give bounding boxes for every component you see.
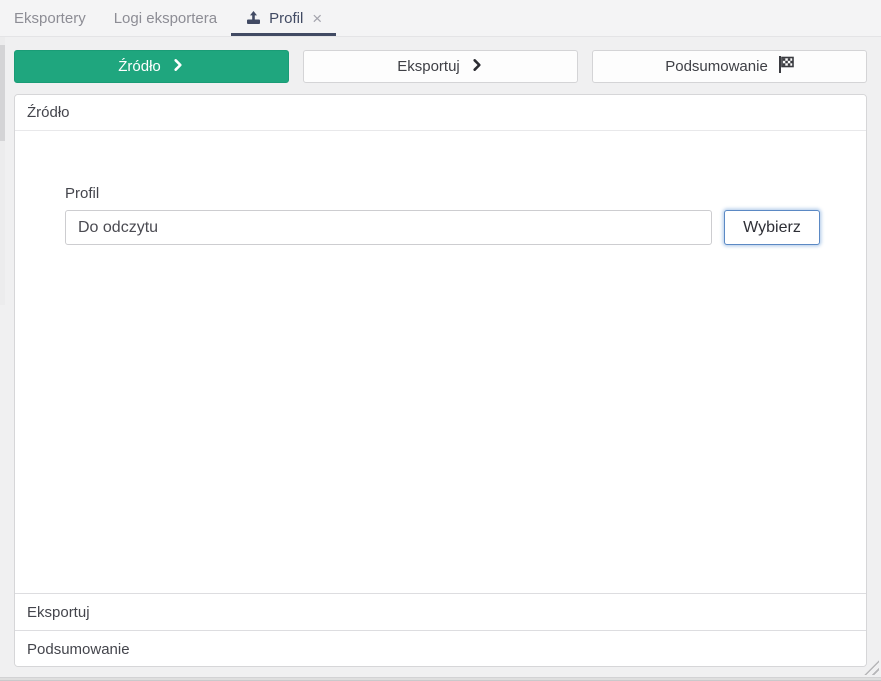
tab-profil[interactable]: Profil × <box>231 0 336 36</box>
tab-bar: Eksportery Logi eksportera Profil × <box>0 0 881 37</box>
accordion-title: Eksportuj <box>27 604 90 621</box>
checkered-flag-icon <box>778 56 794 77</box>
step-button-eksportuj[interactable]: Eksportuj <box>303 50 578 83</box>
accordion-title: Podsumowanie <box>27 641 130 658</box>
accordion-content-zrodlo: Profil Wybierz <box>15 131 866 593</box>
profile-label: Profil <box>65 185 820 202</box>
tab-label: Profil <box>269 10 303 27</box>
step-label: Źródło <box>118 58 161 75</box>
step-button-podsumowanie[interactable]: Podsumowanie <box>592 50 867 83</box>
step-button-zrodlo[interactable]: Źródło <box>14 50 289 83</box>
vertical-scrollbar[interactable] <box>0 37 5 305</box>
chevron-right-icon <box>171 58 185 76</box>
close-icon[interactable]: × <box>312 10 322 27</box>
choose-button[interactable]: Wybierz <box>724 210 820 245</box>
wizard-accordion: Źródło Profil Wybierz Eksportuj Podsumow… <box>14 94 867 667</box>
tab-logi-eksportera[interactable]: Logi eksportera <box>100 0 231 36</box>
accordion-header-zrodlo[interactable]: Źródło <box>15 95 866 131</box>
exporter-profile-window: Eksportery Logi eksportera Profil × Źród… <box>0 0 881 681</box>
profile-row: Wybierz <box>65 210 820 245</box>
scrollbar-thumb[interactable] <box>0 45 5 141</box>
accordion-header-eksportuj[interactable]: Eksportuj <box>15 593 866 630</box>
tab-label: Eksportery <box>14 10 86 27</box>
step-label: Eksportuj <box>397 58 460 75</box>
upload-icon <box>245 10 262 26</box>
profile-input[interactable] <box>65 210 712 245</box>
tab-eksportery[interactable]: Eksportery <box>0 0 100 36</box>
chevron-right-icon <box>470 58 484 76</box>
accordion-header-podsumowanie[interactable]: Podsumowanie <box>15 630 866 667</box>
wizard-steps: Źródło Eksportuj Podsumowanie <box>0 37 881 83</box>
window-bottom-edge <box>0 677 881 680</box>
accordion-title: Źródło <box>27 104 70 121</box>
tab-label: Logi eksportera <box>114 10 217 27</box>
step-label: Podsumowanie <box>665 58 768 75</box>
